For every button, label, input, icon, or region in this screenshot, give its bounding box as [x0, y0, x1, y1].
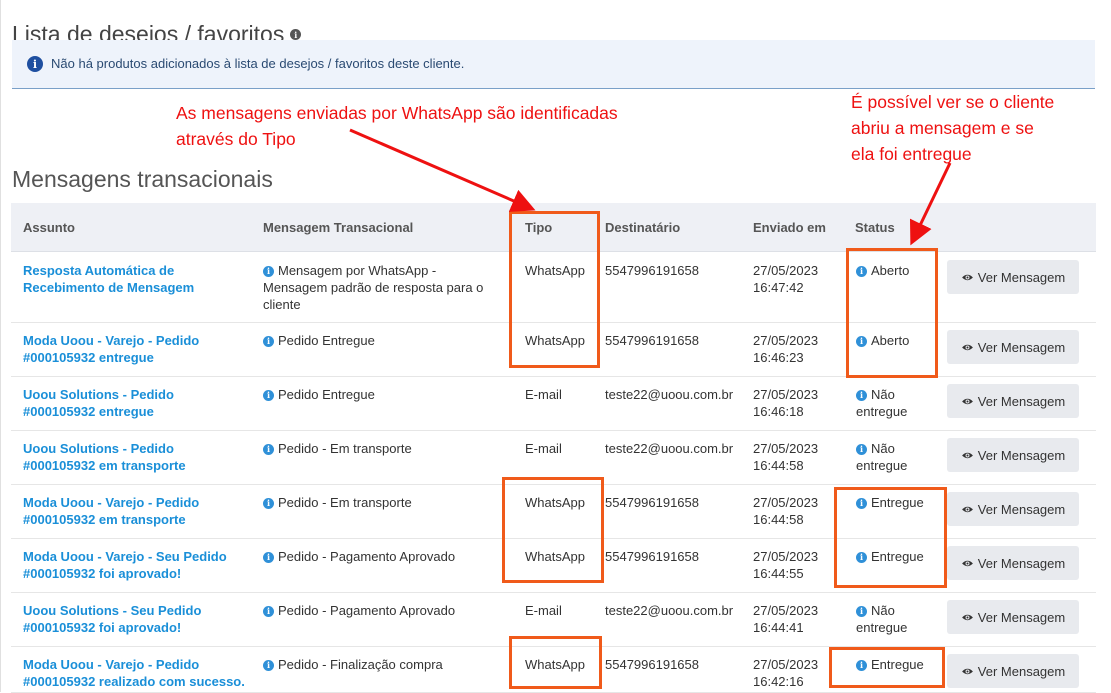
arrow-to-status [909, 162, 952, 246]
annotation-arrows [349, 128, 952, 246]
arrow-to-tipo [349, 128, 536, 212]
